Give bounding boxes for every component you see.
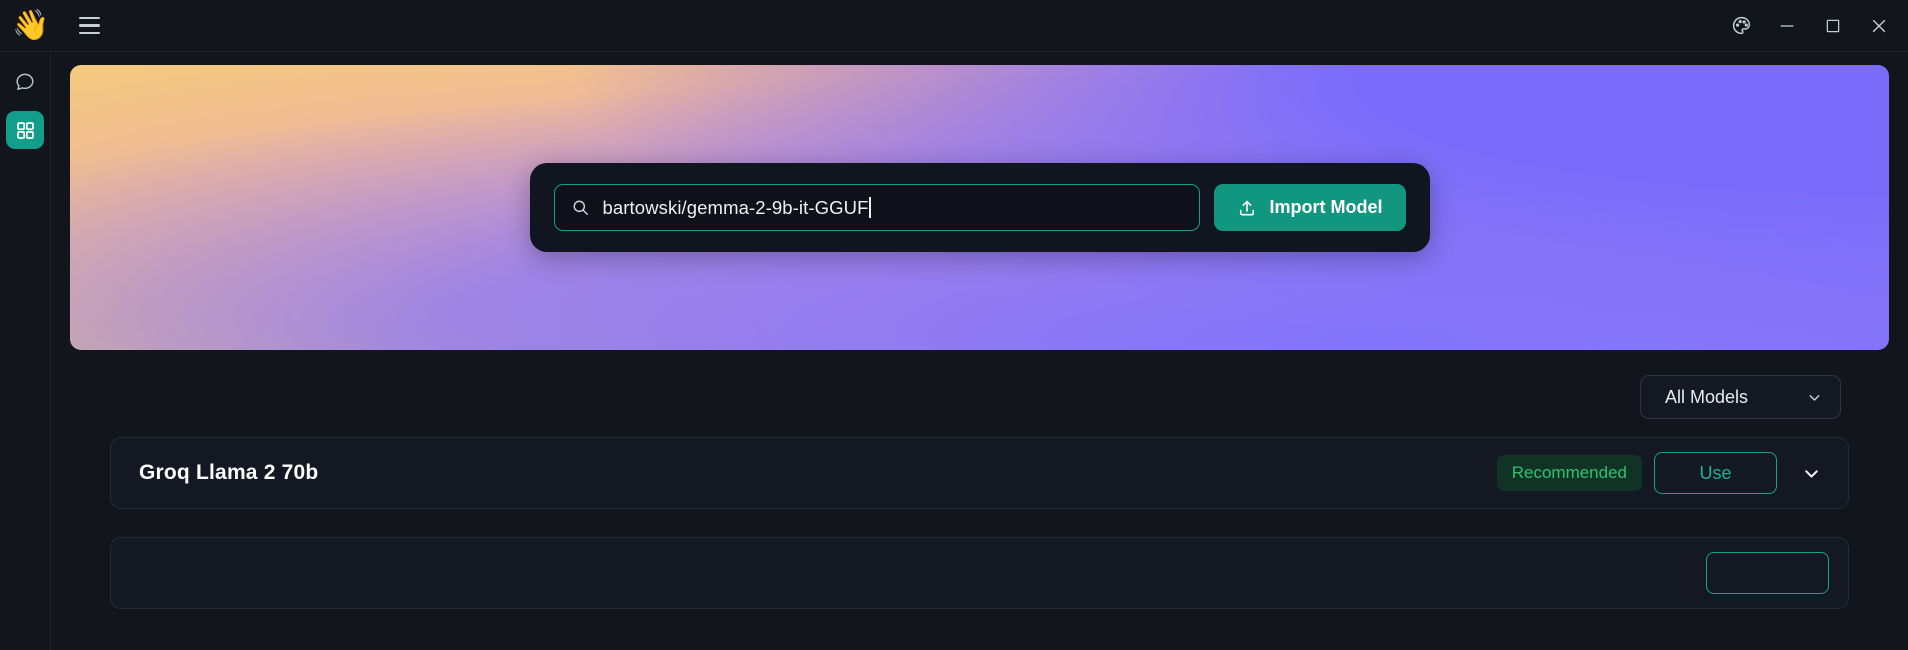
hero-banner: bartowski/gemma-2-9b-it-GGUF Import Mode… <box>70 65 1889 350</box>
search-icon <box>571 198 590 217</box>
app-body: bartowski/gemma-2-9b-it-GGUF Import Mode… <box>0 52 1908 650</box>
search-input-value: bartowski/gemma-2-9b-it-GGUF <box>602 196 869 218</box>
app-window: 👋 bartowski/gemma-2-9b-it-GGUF Import Mo… <box>0 0 1908 650</box>
use-model-button[interactable]: Use <box>1654 452 1777 494</box>
main-content: bartowski/gemma-2-9b-it-GGUF Import Mode… <box>51 52 1908 650</box>
title-bar-left: 👋 <box>0 5 106 47</box>
text-caret <box>869 197 872 218</box>
model-card-actions <box>1706 552 1829 594</box>
table-row[interactable] <box>110 537 1849 609</box>
close-icon[interactable] <box>1856 3 1902 49</box>
model-list: Groq Llama 2 70b Recommended Use <box>70 437 1889 609</box>
app-logo-waving-hand-icon: 👋 <box>12 8 50 42</box>
search-input-value-wrap: bartowski/gemma-2-9b-it-GGUF <box>603 197 1183 219</box>
palette-icon[interactable] <box>1718 3 1764 49</box>
title-bar: 👋 <box>0 0 1908 52</box>
hamburger-menu-icon[interactable] <box>72 9 106 43</box>
model-filter-label: All Models <box>1665 386 1749 407</box>
table-row[interactable]: Groq Llama 2 70b Recommended Use <box>110 437 1849 509</box>
sidebar-item-models[interactable] <box>6 111 44 149</box>
sidebar-rail <box>0 52 51 650</box>
status-badge: Recommended <box>1496 455 1642 491</box>
window-controls <box>1718 3 1908 49</box>
chevron-down-icon[interactable] <box>1793 455 1829 491</box>
model-search-panel: bartowski/gemma-2-9b-it-GGUF Import Mode… <box>529 163 1430 252</box>
import-model-button[interactable]: Import Model <box>1213 184 1406 231</box>
filter-row: All Models <box>70 375 1889 419</box>
import-model-button-label: Import Model <box>1269 197 1383 217</box>
model-filter-dropdown[interactable]: All Models <box>1640 375 1841 419</box>
sidebar-item-chat[interactable] <box>6 63 44 101</box>
maximize-icon[interactable] <box>1810 3 1856 49</box>
minimize-icon[interactable] <box>1764 3 1810 49</box>
upload-icon <box>1237 198 1257 218</box>
model-name: Groq Llama 2 70b <box>139 461 319 484</box>
search-input[interactable]: bartowski/gemma-2-9b-it-GGUF <box>553 184 1200 231</box>
use-model-button[interactable] <box>1706 552 1829 594</box>
chevron-down-icon <box>1806 389 1823 406</box>
model-card-actions: Recommended Use <box>1496 452 1829 494</box>
